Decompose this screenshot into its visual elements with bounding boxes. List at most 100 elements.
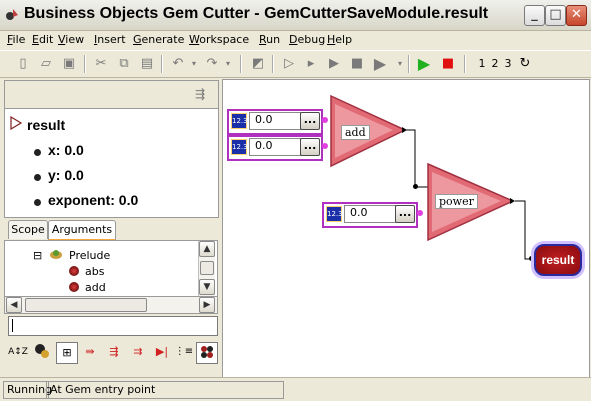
gem-cluster-icon[interactable] <box>196 342 218 364</box>
tree-item-add[interactable]: add <box>85 281 106 294</box>
menu-debug[interactable]: Debug <box>289 33 325 46</box>
copy-icon[interactable]: ⧉ <box>116 56 132 72</box>
app-icon <box>5 7 19 21</box>
result-gem[interactable]: result <box>534 244 582 276</box>
scroll-down-icon[interactable]: ▼ <box>199 279 215 295</box>
tree-item-abs[interactable]: abs <box>85 265 104 278</box>
double-type-badge: 12.3 <box>326 206 343 222</box>
maximize-button[interactable]: □ <box>545 5 566 26</box>
menu-help[interactable]: Help <box>327 33 352 46</box>
gem-browser-tree: ⊟ Prelude abs add <box>4 240 218 298</box>
filter-arrow-2-icon[interactable]: ⇶ <box>104 342 124 362</box>
run-icon[interactable]: ▶ <box>372 56 388 72</box>
step-3-button[interactable]: 3 <box>500 56 516 72</box>
status-state: Running <box>3 381 52 399</box>
arg-y[interactable]: y: 0.0 <box>48 167 84 183</box>
eraser-icon[interactable]: ◩ <box>250 56 266 72</box>
scroll-up-icon[interactable]: ▲ <box>199 241 215 257</box>
gem-add-label[interactable]: add <box>341 125 370 140</box>
scroll-thumb[interactable] <box>25 298 147 312</box>
tree-expander-icon[interactable]: ⊟ <box>33 249 42 262</box>
menu-bar: File Edit View Insert Generate Workspace… <box>0 31 591 49</box>
menu-insert[interactable]: Insert <box>94 33 126 46</box>
tab-arguments[interactable]: Arguments <box>48 220 116 241</box>
tree-view-icon[interactable]: ⊞ <box>56 342 78 364</box>
value-entry-2[interactable]: 12.3 0.0 ... <box>227 135 323 161</box>
filter-arrow-icon[interactable]: ⇛ <box>80 342 100 362</box>
minimize-button[interactable]: _ <box>524 5 545 26</box>
tabletop-canvas[interactable]: add power 12.3 0.0 ... 12.3 0.0 ... 12.3… <box>222 79 590 378</box>
module-icon <box>49 248 63 260</box>
toolbar-separator <box>84 55 86 73</box>
arg-exponent[interactable]: exponent: 0.0 <box>48 192 138 208</box>
connection-port[interactable] <box>417 210 423 216</box>
gem-icon <box>69 266 79 276</box>
connection-port[interactable] <box>322 117 328 123</box>
filter-arrow-3-icon[interactable]: ⇉ <box>128 342 148 362</box>
new-icon[interactable]: ▯ <box>15 56 31 72</box>
scroll-right-icon[interactable]: ▶ <box>199 297 215 313</box>
sort-alpha-icon[interactable]: A↕Z <box>8 342 28 362</box>
filter-arrow-4-icon[interactable]: ▶| <box>152 342 172 362</box>
connection-port[interactable] <box>322 143 328 149</box>
ellipsis-button[interactable]: ... <box>300 138 320 156</box>
redo-dropdown-icon[interactable]: ▾ <box>220 56 236 72</box>
tab-scope[interactable]: Scope <box>8 220 48 239</box>
result-triangle-icon <box>9 115 23 133</box>
menu-file[interactable]: File <box>7 33 25 46</box>
value-text[interactable]: 0.0 <box>350 206 368 219</box>
toolbar-separator <box>408 55 410 73</box>
menu-workspace[interactable]: Workspace <box>189 33 249 46</box>
value-text[interactable]: 0.0 <box>255 139 273 152</box>
sort-icon[interactable]: ⇶ <box>195 87 205 101</box>
menu-generate[interactable]: Generate <box>133 33 184 46</box>
play-outline-icon[interactable]: ▶ <box>326 56 342 72</box>
toolbar: ▯ ▱ ▣ ✂ ⧉ ▤ ↶ ▾ ↷ ▾ ◩ ▷ ▸ ▶ ■ ▶ ▾ ▶ ■ 1 … <box>0 50 591 78</box>
explorer-root[interactable]: result <box>27 117 65 133</box>
window-title: Business Objects Gem Cutter - GemCutterS… <box>24 5 489 22</box>
run-dropdown-icon[interactable]: ▾ <box>392 56 408 72</box>
paste-icon[interactable]: ▤ <box>139 56 155 72</box>
gem-category-icon[interactable] <box>32 342 52 362</box>
gem-power-label[interactable]: power <box>435 194 478 209</box>
bullet-icon <box>34 149 41 156</box>
menu-run[interactable]: Run <box>259 33 280 46</box>
ellipsis-button[interactable]: ... <box>300 112 320 130</box>
horizontal-scrollbar[interactable]: ◀ ▶ <box>4 296 218 314</box>
value-entry-3[interactable]: 12.3 0.0 ... <box>322 202 418 228</box>
menu-view[interactable]: View <box>58 33 84 46</box>
text-cursor <box>12 319 13 332</box>
tab-strip: Scope Arguments <box>4 220 218 241</box>
ellipsis-button[interactable]: ... <box>395 205 415 223</box>
open-icon[interactable]: ▱ <box>38 56 54 72</box>
value-text[interactable]: 0.0 <box>255 113 273 126</box>
step-icon[interactable]: ▷ <box>281 56 297 72</box>
tree-module-prelude[interactable]: Prelude <box>69 249 110 262</box>
save-icon[interactable]: ▣ <box>61 56 77 72</box>
refresh-icon[interactable]: ↻ <box>517 56 533 72</box>
menu-edit[interactable]: Edit <box>32 33 53 46</box>
undo-dropdown-icon[interactable]: ▾ <box>186 56 202 72</box>
scroll-left-icon[interactable]: ◀ <box>6 297 22 313</box>
bullet-icon <box>34 174 41 181</box>
list-view-icon[interactable]: ⋮≡ <box>174 342 194 362</box>
arg-x[interactable]: x: 0.0 <box>48 142 84 158</box>
status-message: At Gem entry point <box>46 381 284 399</box>
toolbar-separator <box>464 55 466 73</box>
undo-icon[interactable]: ↶ <box>170 56 186 72</box>
search-input[interactable] <box>8 316 218 336</box>
argument-explorer: result x: 0.0 y: 0.0 exponent: 0.0 <box>4 108 219 218</box>
close-button[interactable]: ✕ <box>566 5 587 26</box>
vertical-scrollbar[interactable]: ▲ ▼ <box>198 241 215 296</box>
scroll-thumb[interactable] <box>200 261 214 275</box>
cut-icon[interactable]: ✂ <box>93 56 109 72</box>
step-over-icon[interactable]: ▸ <box>303 56 319 72</box>
redo-icon[interactable]: ↷ <box>204 56 220 72</box>
stop-red-icon[interactable]: ■ <box>440 56 456 72</box>
play-green-icon[interactable]: ▶ <box>416 56 432 72</box>
toolbar-separator <box>240 55 242 73</box>
value-entry-1[interactable]: 12.3 0.0 ... <box>227 109 323 135</box>
junction-dot <box>413 184 418 189</box>
status-bar: Running At Gem entry point <box>0 377 591 401</box>
stop-outline-icon[interactable]: ■ <box>349 56 365 72</box>
